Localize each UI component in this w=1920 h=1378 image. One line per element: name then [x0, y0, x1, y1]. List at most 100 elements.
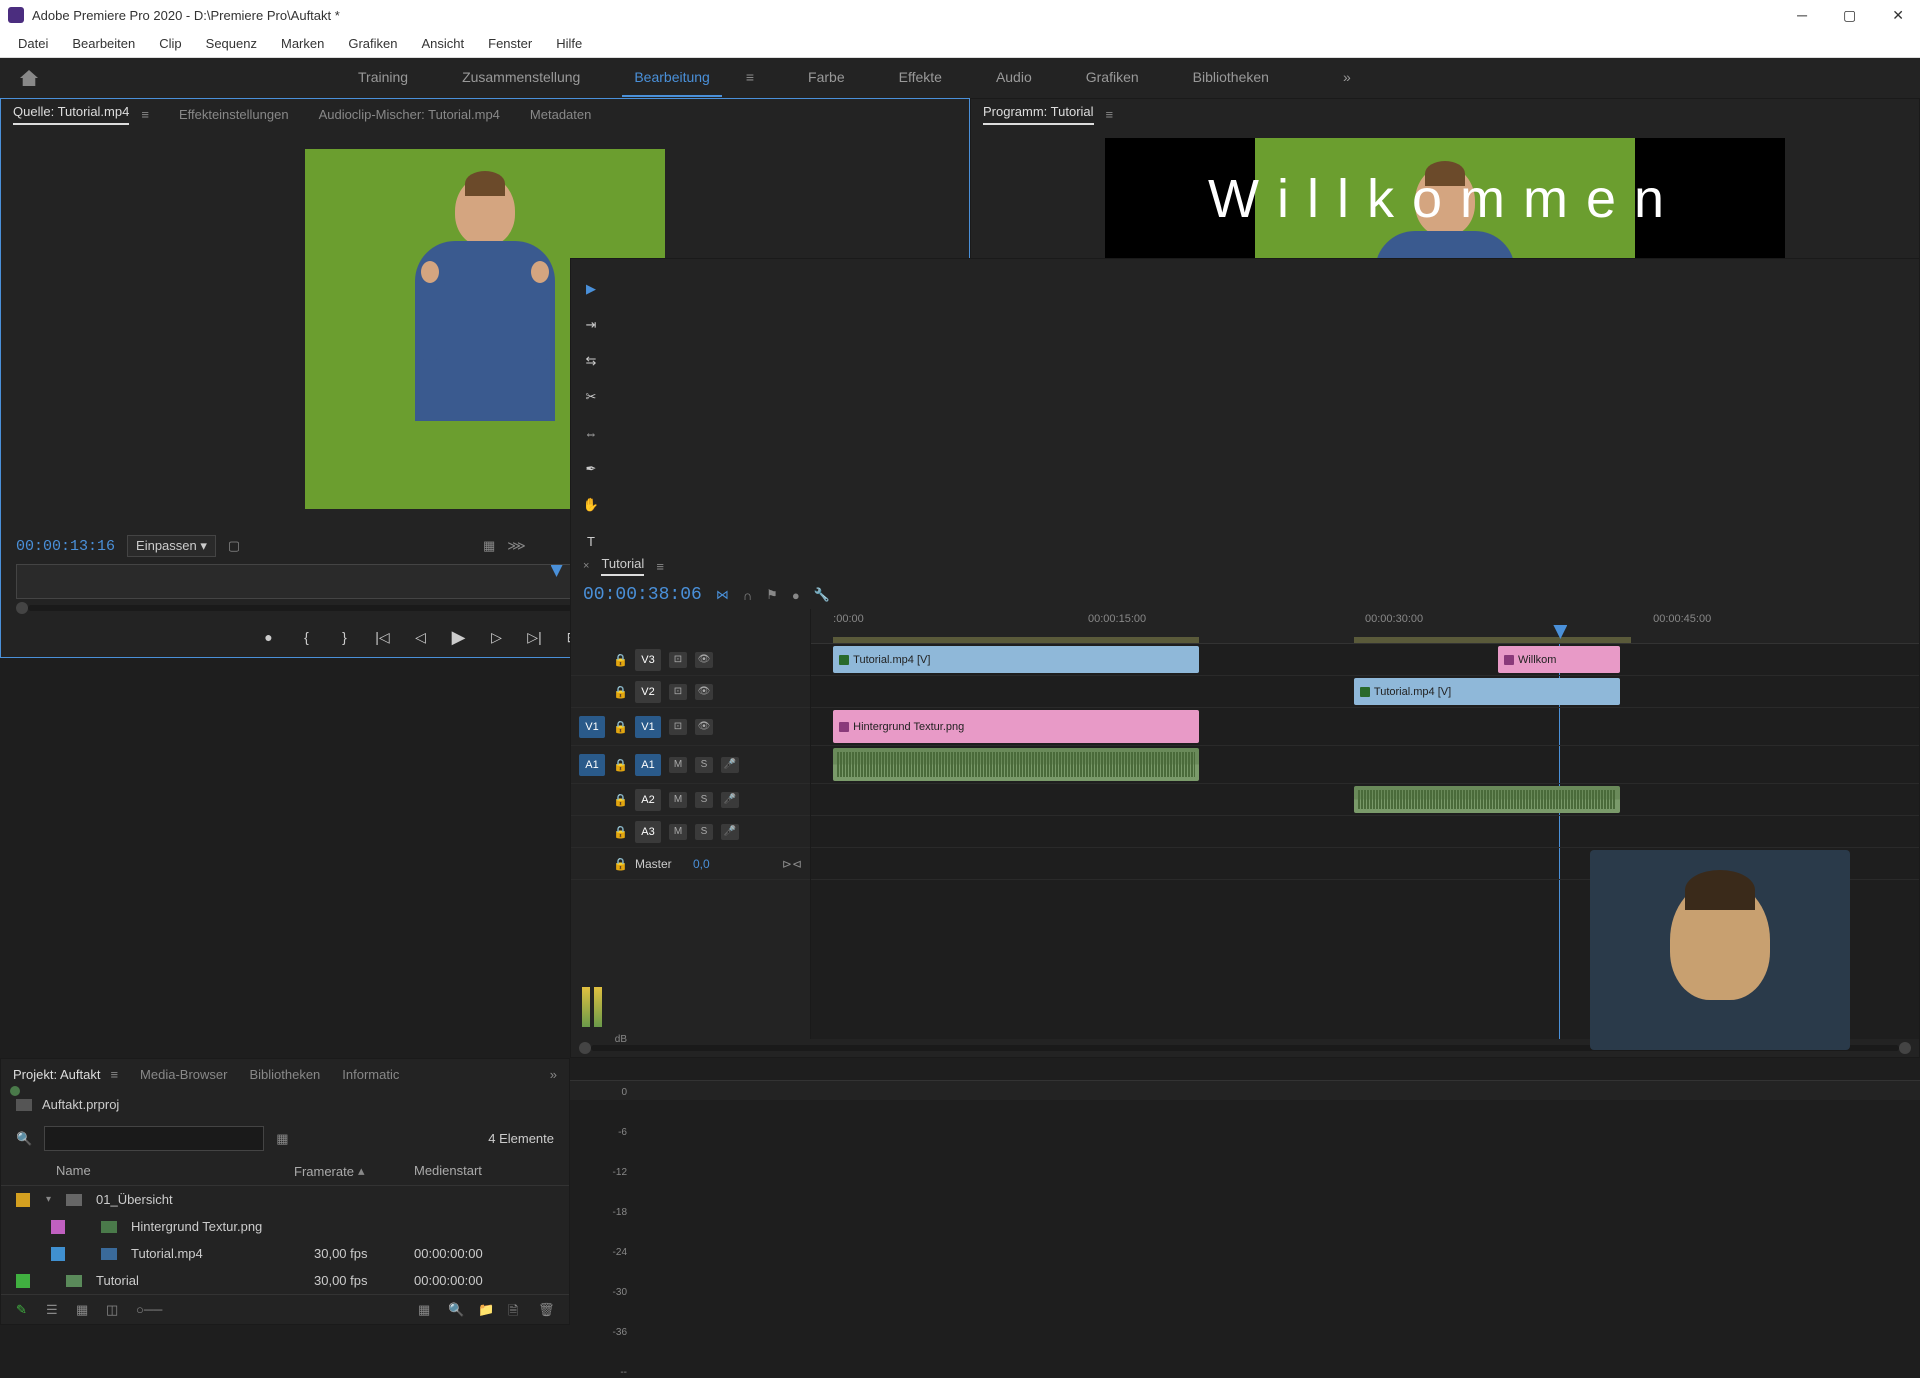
list-view-icon[interactable]: ☰	[46, 1302, 62, 1318]
drag-video-icon[interactable]: ▦	[483, 538, 495, 554]
col-name[interactable]: Name	[56, 1163, 294, 1179]
toggle-track-output[interactable]: 👁	[695, 719, 713, 735]
home-icon[interactable]	[20, 70, 38, 86]
mark-out-button[interactable]: }	[335, 627, 355, 647]
tab-menu-icon[interactable]: ≡	[656, 559, 664, 574]
workspace-menu-icon[interactable]: ≡	[734, 59, 766, 97]
lock-icon[interactable]: 🔒	[613, 653, 627, 667]
sync-lock-icon[interactable]: ⊡	[669, 652, 687, 668]
sync-lock-icon[interactable]: ⊡	[669, 684, 687, 700]
tab-audiomischer[interactable]: Audioclip-Mischer: Tutorial.mp4	[319, 107, 500, 122]
clip-audio[interactable]	[833, 748, 1199, 781]
label-swatch[interactable]	[51, 1247, 65, 1261]
tab-effekteinstellungen[interactable]: Effekteinstellungen	[179, 107, 289, 122]
lock-icon[interactable]: 🔒	[613, 793, 627, 807]
lock-icon[interactable]: 🔒	[613, 720, 627, 734]
sync-lock-icon[interactable]: ⊡	[669, 719, 687, 735]
lock-icon[interactable]: 🔒	[613, 857, 627, 871]
selection-tool[interactable]: ▶	[581, 279, 601, 299]
workspace-audio[interactable]: Audio	[984, 59, 1044, 97]
tab-media-browser[interactable]: Media-Browser	[140, 1067, 227, 1082]
mark-in-button[interactable]: {	[297, 627, 317, 647]
new-bin-icon[interactable]: 📁	[478, 1302, 494, 1318]
zoom-slider[interactable]: ○──	[136, 1302, 152, 1318]
drag-audio-icon[interactable]: ⋙	[507, 538, 526, 554]
minimize-button[interactable]: ─	[1789, 3, 1815, 28]
step-forward-button[interactable]: ▷	[487, 627, 507, 647]
sequence-name[interactable]: Tutorial	[601, 556, 644, 576]
toggle-track-output[interactable]: 👁	[695, 652, 713, 668]
tab-bibliotheken[interactable]: Bibliotheken	[249, 1067, 320, 1082]
lock-icon[interactable]: 🔒	[613, 758, 627, 772]
settings-icon[interactable]: 🔧	[814, 587, 830, 603]
workspace-bibliotheken[interactable]: Bibliotheken	[1181, 59, 1281, 97]
maximize-button[interactable]: ▢	[1835, 3, 1864, 28]
menu-fenster[interactable]: Fenster	[478, 32, 542, 55]
workspace-zusammenstellung[interactable]: Zusammenstellung	[450, 59, 592, 97]
lock-icon[interactable]: 🔒	[613, 825, 627, 839]
menu-sequenz[interactable]: Sequenz	[196, 32, 267, 55]
pen-tool[interactable]: ✒	[581, 459, 601, 479]
solo-button[interactable]: S	[695, 824, 713, 840]
col-medienstart[interactable]: Medienstart	[414, 1163, 554, 1179]
step-back-button[interactable]: ◁	[411, 627, 431, 647]
list-item[interactable]: ▾ 01_Übersicht	[1, 1186, 569, 1213]
workspace-overflow-icon[interactable]: »	[1331, 59, 1363, 97]
automate-icon[interactable]: ▦	[418, 1302, 434, 1318]
clip-audio[interactable]	[1354, 786, 1620, 813]
marker-icon[interactable]: ⚑	[766, 587, 778, 603]
clip-video[interactable]: Tutorial.mp4 [V]	[1354, 678, 1620, 705]
delete-icon[interactable]: 🗑	[538, 1302, 554, 1318]
col-framerate[interactable]: Framerate ▴	[294, 1163, 414, 1179]
voice-over-icon[interactable]: 🎤	[721, 792, 739, 808]
menu-clip[interactable]: Clip	[149, 32, 191, 55]
collapse-icon[interactable]: ⊳⊲	[782, 857, 802, 871]
goto-out-button[interactable]: ▷|	[525, 627, 545, 647]
workspace-training[interactable]: Training	[346, 59, 420, 97]
safe-margins-icon[interactable]: ▢	[228, 538, 240, 554]
voice-over-icon[interactable]: 🎤	[721, 757, 739, 773]
track-v3-header[interactable]: 🔒 V3 ⊡ 👁	[571, 644, 810, 676]
tab-menu-icon[interactable]: ≡	[1106, 107, 1114, 122]
voice-over-icon[interactable]: 🎤	[721, 824, 739, 840]
write-icon[interactable]: ✎	[16, 1302, 32, 1318]
mute-button[interactable]: M	[669, 792, 687, 808]
track-a3-header[interactable]: 🔒 A3 M S 🎤	[571, 816, 810, 848]
list-item[interactable]: Hintergrund Textur.png	[1, 1213, 569, 1240]
snap-icon[interactable]: ⋈	[716, 587, 729, 603]
workspace-grafiken[interactable]: Grafiken	[1074, 59, 1151, 97]
freeform-view-icon[interactable]: ◫	[106, 1302, 122, 1318]
workspace-effekte[interactable]: Effekte	[887, 59, 954, 97]
clip-video[interactable]: Tutorial.mp4 [V]	[833, 646, 1199, 673]
mute-button[interactable]: M	[669, 824, 687, 840]
search-input[interactable]	[44, 1126, 264, 1151]
track-a1-header[interactable]: A1🔒 A1 M S 🎤	[571, 746, 810, 784]
menu-ansicht[interactable]: Ansicht	[411, 32, 474, 55]
add-marker-button[interactable]: ●	[259, 627, 279, 647]
slip-tool[interactable]: ⇔	[581, 423, 601, 443]
razor-tool[interactable]: ✂	[581, 387, 601, 407]
mute-button[interactable]: M	[669, 757, 687, 773]
close-button[interactable]: ✕	[1884, 3, 1912, 28]
list-item[interactable]: Tutorial.mp4 30,00 fps 00:00:00:00	[1, 1240, 569, 1267]
ripple-edit-tool[interactable]: ⇆	[581, 351, 601, 371]
track-v2-header[interactable]: 🔒 V2 ⊡ 👁	[571, 676, 810, 708]
track-select-tool[interactable]: ⇥	[581, 315, 601, 335]
close-sequence-icon[interactable]: ×	[583, 560, 589, 572]
new-bin-icon[interactable]: ▦	[276, 1131, 288, 1147]
tab-menu-icon[interactable]: ≡	[110, 1067, 118, 1082]
source-timecode-in[interactable]: 00:00:13:16	[16, 538, 115, 555]
tab-informatic[interactable]: Informatic	[342, 1067, 399, 1082]
label-swatch[interactable]	[16, 1274, 30, 1288]
menu-grafiken[interactable]: Grafiken	[338, 32, 407, 55]
lock-icon[interactable]: 🔒	[613, 685, 627, 699]
workspace-farbe[interactable]: Farbe	[796, 59, 857, 97]
linked-selection-icon[interactable]: ∩	[743, 588, 752, 603]
solo-button[interactable]: S	[695, 792, 713, 808]
source-zoom-select[interactable]: Einpassen ▾	[127, 535, 216, 557]
label-swatch[interactable]	[51, 1220, 65, 1234]
tabs-overflow-icon[interactable]: »	[550, 1067, 557, 1082]
clip-image[interactable]: Hintergrund Textur.png	[833, 710, 1199, 743]
find-icon[interactable]: 🔍	[448, 1302, 464, 1318]
timeline-timecode[interactable]: 00:00:38:06	[583, 585, 702, 605]
